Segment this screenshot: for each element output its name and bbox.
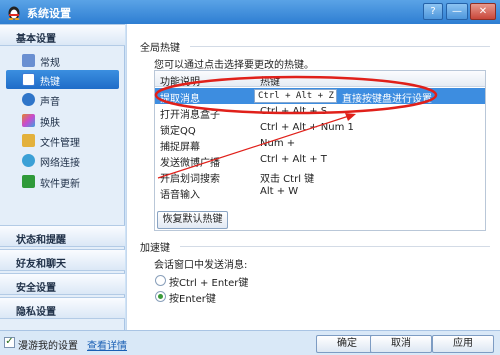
sidebar-item-label: 网络连接 <box>40 158 80 169</box>
column-header-hotkey: 热键 <box>260 77 280 88</box>
hotkey-input[interactable]: Ctrl + Alt + Z <box>254 89 337 103</box>
sidebar-item-label: 热键 <box>40 77 60 88</box>
hotkey-hint: 直接按键盘进行设置 <box>342 94 432 105</box>
table-row[interactable]: 语音输入 Alt + W <box>155 184 485 201</box>
hotkey-value: Ctrl + Alt + S <box>260 106 328 117</box>
group-divider <box>190 46 490 47</box>
hotkey-value: Ctrl + Alt + Num 1 <box>260 122 354 133</box>
window-title: 系统设置 <box>27 7 71 20</box>
title-bar: 系统设置 ? — ✕ <box>0 0 500 24</box>
hotkey-value: Alt + W <box>260 186 299 197</box>
sidebar-item-label: 常规 <box>40 58 60 69</box>
roaming-label: 漫游我的设置 <box>18 341 78 352</box>
table-row[interactable]: 锁定QQ Ctrl + Alt + Num 1 <box>155 120 485 137</box>
hotkey-function: 锁定QQ <box>160 126 196 137</box>
radio-enter[interactable] <box>155 291 166 302</box>
qq-penguin-icon <box>8 6 20 20</box>
sidebar-section-privacy[interactable]: 隐私设置 <box>0 297 125 319</box>
accelerator-description: 会话窗口中发送消息: <box>154 260 248 271</box>
hotkey-function: 开启划词搜索 <box>160 174 220 185</box>
restore-default-hotkeys-button[interactable]: 恢复默认热键 <box>157 211 228 229</box>
radio-label: 按Ctrl + Enter键 <box>169 278 249 289</box>
footer-bar: ✓ 漫游我的设置 查看详情 确定 取消 应用 <box>0 330 500 355</box>
general-icon <box>22 54 35 67</box>
hotkey-value: Ctrl + Alt + T <box>260 154 327 165</box>
settings-panel: 全局热键 您可以通过点击选择要更改的热键。 功能说明 热键 提取消息 Ctrl … <box>126 24 500 330</box>
hotkey-value: Num + <box>260 138 296 149</box>
column-header-function: 功能说明 <box>160 77 200 88</box>
roaming-checkbox[interactable]: ✓ <box>4 337 15 348</box>
sidebar-item-update[interactable]: 软件更新 <box>6 172 119 191</box>
table-row[interactable]: 捕捉屏幕 Num + <box>155 136 485 153</box>
sidebar-item-label: 软件更新 <box>40 179 80 190</box>
table-row[interactable]: 打开消息盒子 Ctrl + Alt + S <box>155 104 485 121</box>
table-row[interactable]: 发送微博广播 Ctrl + Alt + T <box>155 152 485 169</box>
hotkey-function: 语音输入 <box>160 190 200 201</box>
sidebar: 基本设置 常规 热键 声音 换肤 文件管理 网络连接 软件更新 状态和提醒 好友… <box>0 24 125 330</box>
hotkey-value: 双击 Ctrl 键 <box>260 174 315 185</box>
help-button[interactable]: ? <box>423 3 443 20</box>
sidebar-item-skin[interactable]: 换肤 <box>6 111 119 130</box>
radio-ctrl-enter[interactable] <box>155 275 166 286</box>
sidebar-section-security[interactable]: 安全设置 <box>0 273 125 295</box>
sidebar-item-sound[interactable]: 声音 <box>6 90 119 109</box>
minimize-button[interactable]: — <box>446 3 468 20</box>
sidebar-item-label: 声音 <box>40 97 60 108</box>
table-row-selected[interactable]: 提取消息 Ctrl + Alt + Z 直接按键盘进行设置 <box>155 88 485 105</box>
sidebar-item-network[interactable]: 网络连接 <box>6 151 119 170</box>
hotkey-function: 提取消息 <box>160 94 200 105</box>
apply-button[interactable]: 应用 <box>432 335 494 353</box>
sound-icon <box>22 93 35 106</box>
table-header: 功能说明 热键 <box>155 71 485 88</box>
network-icon <box>22 154 35 167</box>
view-details-link[interactable]: 查看详情 <box>87 337 127 352</box>
sidebar-section-basic[interactable]: 基本设置 <box>0 24 125 46</box>
hotkey-function: 打开消息盒子 <box>160 110 220 121</box>
cancel-button[interactable]: 取消 <box>370 335 432 353</box>
group-title-global-hotkeys: 全局热键 <box>140 43 180 54</box>
close-button[interactable]: ✕ <box>470 3 496 20</box>
sidebar-section-chat[interactable]: 好友和聊天 <box>0 249 125 271</box>
update-icon <box>22 175 35 188</box>
hotkey-table: 功能说明 热键 提取消息 Ctrl + Alt + Z 直接按键盘进行设置 打开… <box>154 70 486 231</box>
ok-button[interactable]: 确定 <box>316 335 378 353</box>
folder-icon <box>22 134 35 147</box>
sidebar-item-label: 文件管理 <box>40 138 80 149</box>
hotkey-function: 发送微博广播 <box>160 158 220 169</box>
table-row[interactable]: 开启划词搜索 双击 Ctrl 键 <box>155 168 485 185</box>
skin-icon <box>22 114 35 127</box>
radio-label: 按Enter键 <box>169 294 216 305</box>
hotkey-description: 您可以通过点击选择要更改的热键。 <box>154 60 314 71</box>
sidebar-item-hotkey[interactable]: 热键 <box>6 70 119 89</box>
sidebar-section-status[interactable]: 状态和提醒 <box>0 225 125 247</box>
sidebar-item-label: 换肤 <box>40 118 60 129</box>
sidebar-item-general[interactable]: 常规 <box>6 51 119 70</box>
group-divider <box>180 246 490 247</box>
hotkey-icon <box>22 73 35 86</box>
sidebar-item-file-management[interactable]: 文件管理 <box>6 131 119 150</box>
hotkey-function: 捕捉屏幕 <box>160 142 200 153</box>
group-title-accelerators: 加速键 <box>140 243 170 254</box>
